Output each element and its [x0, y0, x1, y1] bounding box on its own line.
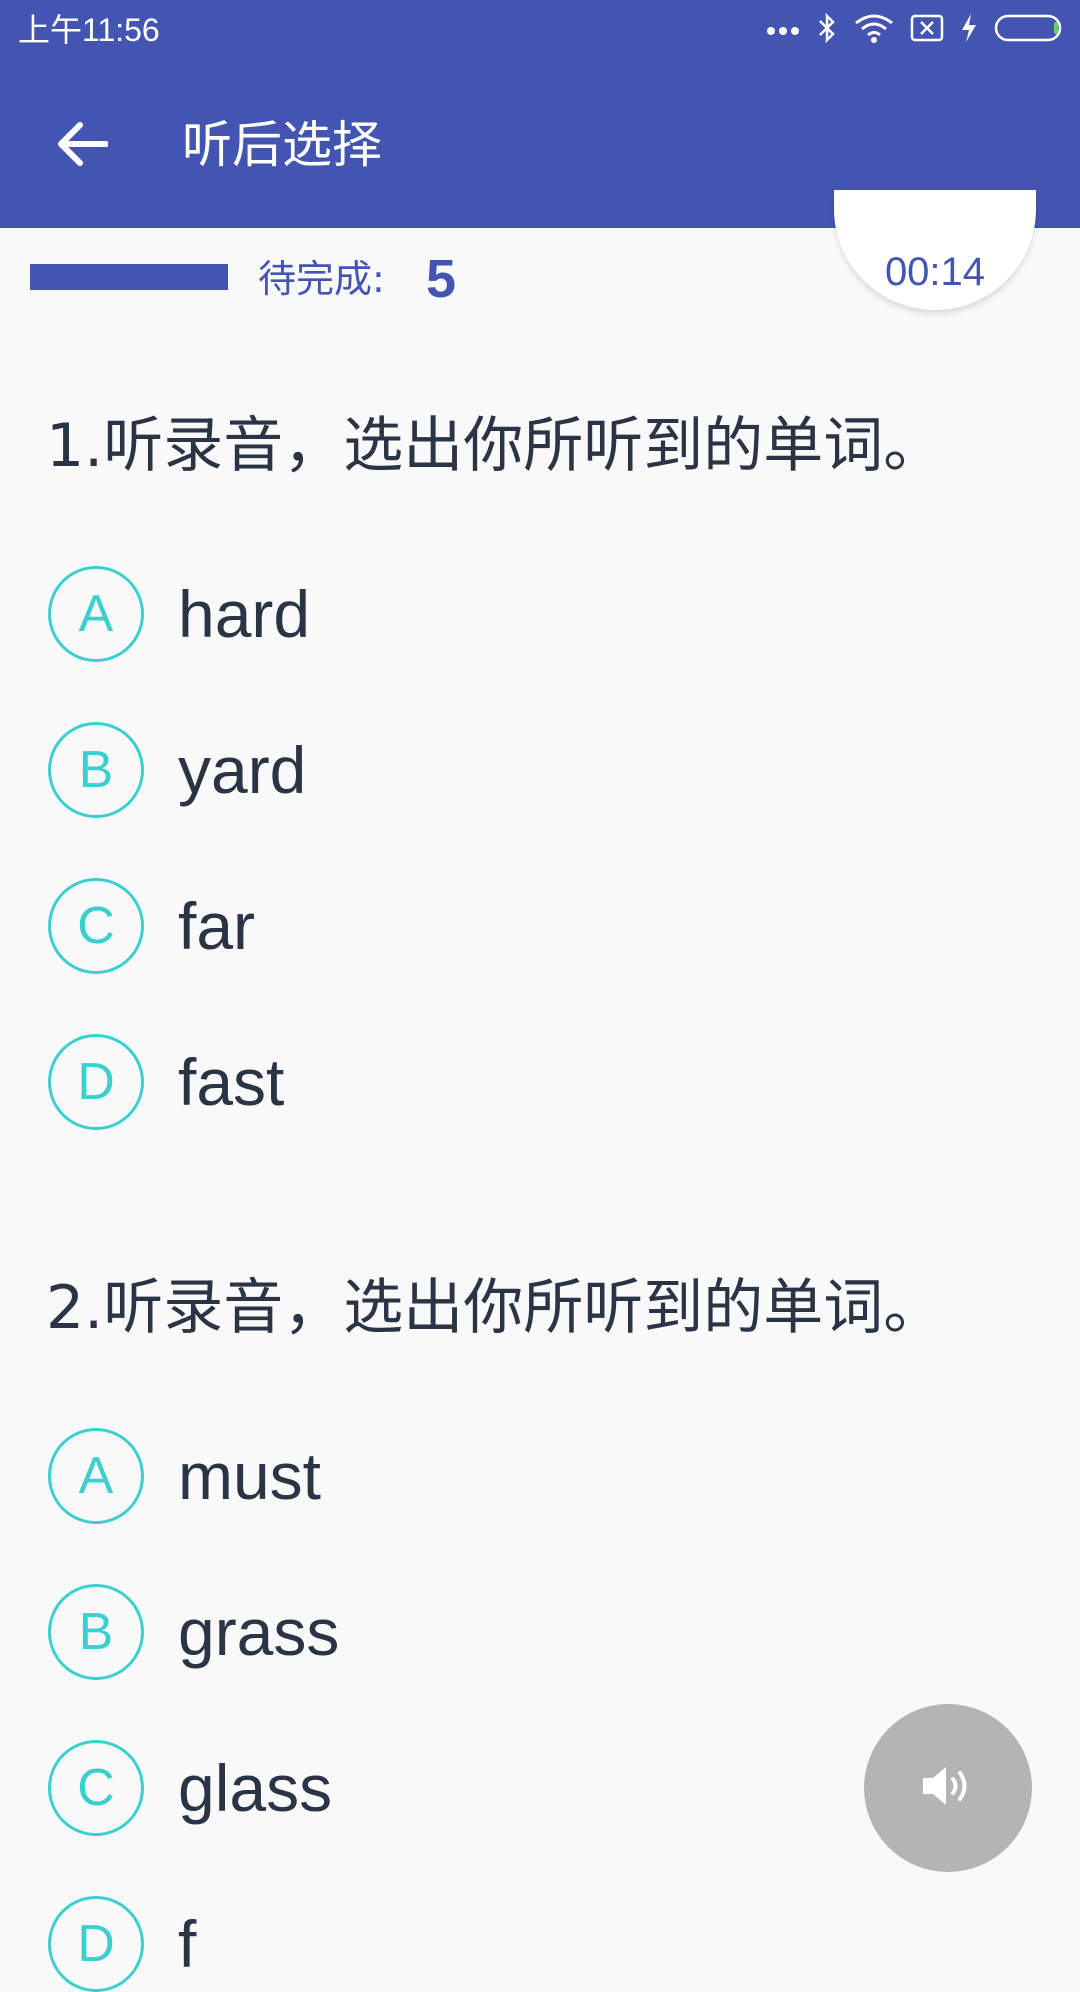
timer: 00:14: [834, 190, 1036, 310]
timer-text: 00:14: [884, 250, 986, 294]
progress-bar: [30, 264, 228, 290]
option-letter: D: [48, 1034, 144, 1130]
option-2c[interactable]: C glass: [48, 1740, 948, 1836]
sim-card-icon: [910, 14, 944, 46]
option-text: yard: [178, 733, 307, 807]
option-letter: A: [48, 566, 144, 662]
option-2d[interactable]: D f: [48, 1896, 948, 1992]
bluetooth-icon: [816, 12, 838, 47]
question-prompt: 2.听录音，选出你所听到的单词。: [46, 1273, 944, 1343]
option-2a[interactable]: A must: [48, 1428, 948, 1524]
option-1d[interactable]: D fast: [48, 1034, 948, 1130]
option-text: f: [178, 1907, 197, 1981]
charging-icon: [960, 13, 978, 47]
status-icons: [766, 12, 1066, 48]
option-letter: C: [48, 1740, 144, 1836]
option-2b[interactable]: B grass: [48, 1584, 948, 1680]
option-text: must: [178, 1439, 322, 1513]
option-1a[interactable]: A hard: [48, 566, 948, 662]
status-time: 上午11:56: [18, 12, 160, 48]
remaining-count: 5: [426, 249, 457, 309]
speaker-icon: [920, 1762, 976, 1814]
arrow-left-icon: [56, 121, 109, 171]
wifi-icon: [854, 13, 894, 47]
option-letter: C: [48, 878, 144, 974]
option-1b[interactable]: B yard: [48, 722, 948, 818]
option-letter: A: [48, 1428, 144, 1524]
option-1c[interactable]: C far: [48, 878, 948, 974]
back-button[interactable]: [46, 116, 118, 176]
option-letter: B: [48, 722, 144, 818]
remaining-label: 待完成:: [258, 257, 385, 301]
question-prompt: 1.听录音，选出你所听到的单词。: [46, 411, 944, 481]
option-text: fast: [178, 1045, 285, 1119]
status-bar: 上午11:56: [0, 0, 1080, 60]
option-text: hard: [178, 577, 311, 651]
play-audio-button[interactable]: [864, 1704, 1032, 1872]
option-text: grass: [178, 1595, 340, 1669]
battery-icon: [994, 13, 1066, 47]
more-dots-icon: [766, 21, 800, 40]
option-letter: D: [48, 1896, 144, 1992]
option-text: far: [178, 889, 256, 963]
page-title: 听后选择: [182, 116, 382, 174]
option-letter: B: [48, 1584, 144, 1680]
option-text: glass: [178, 1751, 333, 1825]
